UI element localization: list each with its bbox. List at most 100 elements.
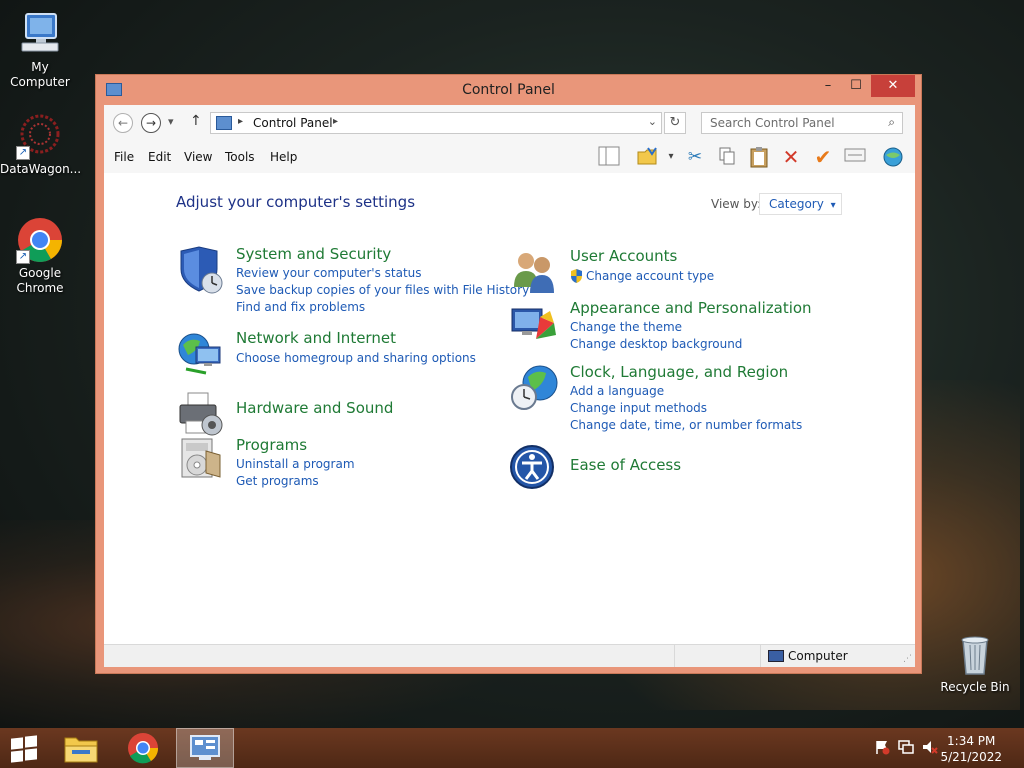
link-save-backup-copies[interactable]: Save backup copies of your files with Fi… xyxy=(236,283,529,297)
desktop-icon-datawagon[interactable]: ↗ DataWagon... xyxy=(0,112,82,177)
navigation-bar: ← → ▾ ↑ ▸ Control Panel ▸ ⌄ ↻ Search Con… xyxy=(104,105,915,141)
category-programs: Programs Uninstall a program Get program… xyxy=(176,433,506,493)
link-change-date-time-formats[interactable]: Change date, time, or number formats xyxy=(570,418,802,432)
resize-grip-icon[interactable]: ⋰ xyxy=(903,654,912,664)
windows-logo-pane xyxy=(25,748,37,761)
link-get-programs[interactable]: Get programs xyxy=(236,474,319,488)
view-by-dropdown[interactable]: Category ▾ xyxy=(759,193,842,215)
minimize-button[interactable]: – xyxy=(814,75,842,97)
back-button[interactable]: ← xyxy=(113,113,133,133)
category-title-network-internet[interactable]: Network and Internet xyxy=(236,329,396,347)
recycle-bin-icon xyxy=(951,630,999,678)
status-divider xyxy=(760,645,761,667)
taskbar: 1:34 PM 5/21/2022 xyxy=(0,728,1024,768)
menu-view[interactable]: View xyxy=(184,150,212,164)
datawagon-icon: ↗ xyxy=(16,112,64,160)
view-by-label: View by: xyxy=(711,197,762,211)
security-shield-icon xyxy=(176,245,226,295)
start-button[interactable] xyxy=(10,735,38,763)
breadcrumb-control-panel[interactable]: Control Panel xyxy=(253,116,333,130)
maximize-button[interactable]: ☐ xyxy=(842,75,870,97)
view-by-value: Category xyxy=(769,197,824,211)
link-homegroup-sharing[interactable]: Choose homegroup and sharing options xyxy=(236,351,476,365)
windows-logo-pane xyxy=(25,735,37,748)
file-explorer-icon xyxy=(64,737,98,763)
desktop-icon-label: DataWagon... xyxy=(0,162,82,176)
search-input[interactable]: Search Control Panel ⌕ xyxy=(701,112,903,134)
category-hardware-and-sound: Hardware and Sound xyxy=(176,389,506,439)
refresh-button[interactable]: ↻ xyxy=(664,112,686,134)
category-title-hardware-sound[interactable]: Hardware and Sound xyxy=(236,399,393,417)
link-change-input-methods[interactable]: Change input methods xyxy=(570,401,707,415)
category-title-ease-of-access[interactable]: Ease of Access xyxy=(570,456,681,474)
close-button[interactable]: ✕ xyxy=(871,75,915,97)
status-divider xyxy=(674,645,675,667)
forward-button[interactable]: → xyxy=(141,113,161,133)
category-title-clock-language[interactable]: Clock, Language, and Region xyxy=(570,363,788,381)
breadcrumb-chevron-icon[interactable]: ▸ xyxy=(238,116,243,127)
address-bar[interactable]: ▸ Control Panel ▸ ⌄ xyxy=(210,112,662,134)
window-client-area: ← → ▾ ↑ ▸ Control Panel ▸ ⌄ ↻ Search Con… xyxy=(104,105,915,667)
menu-file[interactable]: File xyxy=(114,150,134,164)
link-uninstall-program[interactable]: Uninstall a program xyxy=(236,457,355,471)
recent-locations-button[interactable]: ▾ xyxy=(168,115,174,128)
category-title-programs[interactable]: Programs xyxy=(236,436,307,454)
programs-icon xyxy=(176,433,226,483)
category-ease-of-access: Ease of Access xyxy=(510,443,840,493)
link-change-theme[interactable]: Change the theme xyxy=(570,320,682,334)
system-clock[interactable]: 1:34 PM 5/21/2022 xyxy=(940,733,1002,765)
action-center-flag-icon[interactable] xyxy=(874,739,890,759)
taskbar-control-panel[interactable] xyxy=(176,728,234,768)
menu-tools[interactable]: Tools xyxy=(225,150,255,164)
search-icon[interactable]: ⌕ xyxy=(888,115,895,130)
computer-icon xyxy=(768,650,784,662)
taskbar-file-explorer[interactable] xyxy=(52,728,110,768)
category-appearance-personalization: Appearance and Personalization Change th… xyxy=(510,299,840,359)
properties-icon[interactable] xyxy=(844,146,866,168)
category-title-appearance[interactable]: Appearance and Personalization xyxy=(570,299,812,317)
delete-icon[interactable]: ✕ xyxy=(780,146,802,168)
link-change-desktop-background[interactable]: Change desktop background xyxy=(570,337,742,351)
layout-pane-icon[interactable] xyxy=(598,146,620,168)
shortcut-arrow-icon: ↗ xyxy=(16,250,30,264)
category-user-accounts: User Accounts Change account type xyxy=(510,247,840,297)
desktop-icon-google-chrome[interactable]: ↗ Google Chrome xyxy=(0,216,80,296)
appearance-icon xyxy=(510,299,560,349)
desktop-icon-recycle-bin[interactable]: Recycle Bin xyxy=(935,630,1015,695)
folder-options-icon[interactable] xyxy=(636,146,658,168)
desktop-icon-label: Recycle Bin xyxy=(940,680,1010,694)
folder-options-dropdown-icon[interactable]: ▾ xyxy=(660,146,682,168)
windows-logo-pane xyxy=(11,737,23,750)
menu-edit[interactable]: Edit xyxy=(148,150,171,164)
taskbar-chrome[interactable] xyxy=(114,728,172,768)
computer-icon xyxy=(16,10,64,58)
category-system-and-security: System and Security Review your computer… xyxy=(176,245,529,315)
user-accounts-icon xyxy=(510,247,560,297)
category-title-system-security[interactable]: System and Security xyxy=(236,245,391,263)
status-bar: Computer ⋰ xyxy=(104,644,915,667)
desktop-icon-label: My Computer xyxy=(10,60,70,89)
link-add-language[interactable]: Add a language xyxy=(570,384,664,398)
link-change-account-type[interactable]: Change account type xyxy=(586,269,714,283)
category-network-and-internet: Network and Internet Choose homegroup an… xyxy=(176,329,506,379)
address-dropdown-icon[interactable]: ⌄ xyxy=(648,115,657,128)
checkmark-icon[interactable]: ✔ xyxy=(812,146,834,168)
menu-help[interactable]: Help xyxy=(270,150,297,164)
desktop-icon-my-computer[interactable]: My Computer xyxy=(0,10,80,90)
title-bar[interactable]: Control Panel – ☐ ✕ xyxy=(96,75,921,105)
link-review-computer-status[interactable]: Review your computer's status xyxy=(236,266,422,280)
globe-icon[interactable] xyxy=(882,146,904,168)
up-button[interactable]: ↑ xyxy=(190,113,202,129)
link-find-fix-problems[interactable]: Find and fix problems xyxy=(236,300,365,314)
control-panel-icon xyxy=(190,735,220,760)
cut-icon[interactable]: ✂ xyxy=(684,146,706,168)
breadcrumb-chevron-icon[interactable]: ▸ xyxy=(333,116,338,127)
chrome-icon: ↗ xyxy=(16,216,64,264)
network-globe-icon xyxy=(176,329,226,379)
clock-globe-icon xyxy=(510,363,560,413)
copy-icon[interactable] xyxy=(716,146,738,168)
network-status-icon[interactable] xyxy=(898,739,914,759)
paste-icon[interactable] xyxy=(748,146,770,168)
volume-muted-icon[interactable] xyxy=(922,739,938,759)
category-title-user-accounts[interactable]: User Accounts xyxy=(570,247,677,265)
